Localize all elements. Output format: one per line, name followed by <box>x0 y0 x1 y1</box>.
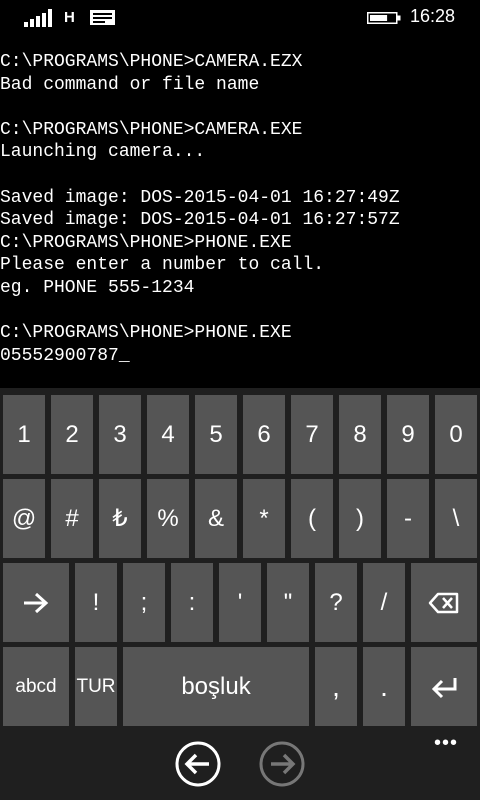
backspace-key[interactable] <box>411 563 477 642</box>
console-line: eg. PHONE 555-1234 <box>0 277 195 298</box>
network-type: H <box>64 9 75 26</box>
back-arrow-icon[interactable] <box>175 741 221 787</box>
key-close-paren[interactable]: ) <box>339 479 381 558</box>
signal-bars-icon <box>24 9 52 27</box>
key-period[interactable]: . <box>363 647 405 726</box>
abc-switch-key[interactable]: abcd <box>3 647 69 726</box>
navigation-bar: ••• <box>0 728 480 800</box>
language-key[interactable]: TUR <box>75 647 117 726</box>
key-lira[interactable]: ₺ <box>99 479 141 558</box>
key-3[interactable]: 3 <box>99 395 141 474</box>
console-line: Saved image: DOS-2015-04-01 16:27:57Z <box>0 210 400 231</box>
key-percent[interactable]: % <box>147 479 189 558</box>
console-line: C:\PROGRAMS\PHONE>CAMERA.EXE <box>0 119 303 140</box>
key-quote[interactable]: " <box>267 563 309 642</box>
console-line: Bad command or file name <box>0 74 260 95</box>
key-exclamation[interactable]: ! <box>75 563 117 642</box>
clock: 16:28 <box>410 6 456 26</box>
key-slash[interactable]: / <box>363 563 405 642</box>
status-bar: H 16:28 <box>0 0 480 34</box>
console-line: Saved image: DOS-2015-04-01 16:27:49Z <box>0 187 400 208</box>
key-open-paren[interactable]: ( <box>291 479 333 558</box>
key-4[interactable]: 4 <box>147 395 189 474</box>
message-icon <box>90 10 115 25</box>
key-question[interactable]: ? <box>315 563 357 642</box>
key-5[interactable]: 5 <box>195 395 237 474</box>
battery-icon <box>367 12 401 24</box>
key-9[interactable]: 9 <box>387 395 429 474</box>
key-6[interactable]: 6 <box>243 395 285 474</box>
key-8[interactable]: 8 <box>339 395 381 474</box>
backspace-icon <box>428 592 459 613</box>
console-line: Launching camera... <box>0 142 206 163</box>
key-at[interactable]: @ <box>3 479 45 558</box>
keyboard-row-digits: 1 2 3 4 5 6 7 8 9 0 <box>0 395 480 474</box>
key-apostrophe[interactable]: ' <box>219 563 261 642</box>
forward-arrow-icon[interactable] <box>259 741 305 787</box>
more-options-icon[interactable]: ••• <box>434 732 458 755</box>
keyboard-row-symbols: @ # ₺ % & * ( ) - \ <box>0 479 480 558</box>
key-backslash[interactable]: \ <box>435 479 477 558</box>
console-line: C:\PROGRAMS\PHONE>CAMERA.EZX <box>0 52 303 72</box>
console-line: C:\PROGRAMS\PHONE>PHONE.EXE <box>0 232 292 253</box>
key-7[interactable]: 7 <box>291 395 333 474</box>
key-0[interactable]: 0 <box>435 395 477 474</box>
space-key[interactable]: boşluk <box>123 647 309 726</box>
console-line: 05552900787_ <box>0 345 130 366</box>
keyboard-row-punctuation: ! ; : ' " ? / <box>0 563 480 642</box>
key-colon[interactable]: : <box>171 563 213 642</box>
tab-arrow-icon <box>24 592 49 613</box>
key-semicolon[interactable]: ; <box>123 563 165 642</box>
console-line: Please enter a number to call. <box>0 255 325 276</box>
key-minus[interactable]: - <box>387 479 429 558</box>
enter-key[interactable] <box>411 647 477 726</box>
key-1[interactable]: 1 <box>3 395 45 474</box>
console-output: C:\PROGRAMS\PHONE>CAMERA.EZX Bad command … <box>0 51 480 381</box>
tab-key[interactable] <box>3 563 69 642</box>
on-screen-keyboard: 1 2 3 4 5 6 7 8 9 0 @ # ₺ % & * ( ) - \ … <box>0 388 480 728</box>
console-line: C:\PROGRAMS\PHONE>PHONE.EXE <box>0 323 292 344</box>
key-ampersand[interactable]: & <box>195 479 237 558</box>
keyboard-row-bottom: abcd TUR boşluk , . <box>0 647 480 726</box>
enter-icon <box>431 677 457 698</box>
key-comma[interactable]: , <box>315 647 357 726</box>
key-asterisk[interactable]: * <box>243 479 285 558</box>
key-hash[interactable]: # <box>51 479 93 558</box>
key-2[interactable]: 2 <box>51 395 93 474</box>
